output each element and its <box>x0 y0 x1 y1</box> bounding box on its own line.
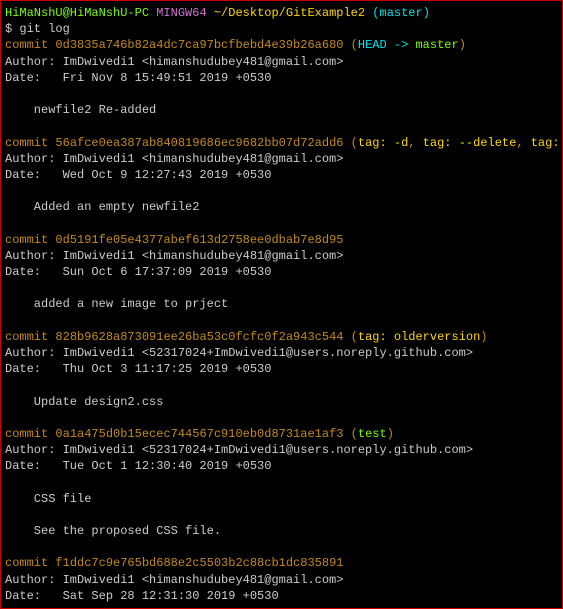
commit-line: commit f1ddc7c9e765bd688e2c5503b2c88cb1d… <box>5 555 558 571</box>
commit-message: newfile2 Re-added <box>5 102 558 118</box>
commit-line: commit 0d5191fe05e4377abef613d2758ee0dba… <box>5 232 558 248</box>
date-line: Date: Sat Sep 28 12:31:30 2019 +0530 <box>5 588 558 604</box>
commit-line: commit 0d3835a746b82a4dc7ca97bcfbebd4e39… <box>5 37 558 53</box>
commit-message: CSS file <box>5 491 558 507</box>
commit-line: commit 0a1a475d0b15ecec744567c910eb0d873… <box>5 426 558 442</box>
date-line: Date: Sun Oct 6 17:37:09 2019 +0530 <box>5 264 558 280</box>
date-line: Date: Fri Nov 8 15:49:51 2019 +0530 <box>5 70 558 86</box>
commit-sha: f1ddc7c9e765bd688e2c5503b2c88cb1dc835891 <box>55 556 343 570</box>
tag-ref: tag: --delete <box>423 136 517 150</box>
author-line: Author: ImDwivedi1 <52317024+ImDwivedi1@… <box>5 442 558 458</box>
tag-ref: tag: --d <box>531 136 563 150</box>
author-line: Author: ImDwivedi1 <himanshudubey481@gma… <box>5 572 558 588</box>
author-line: Author: ImDwivedi1 <52317024+ImDwivedi1@… <box>5 345 558 361</box>
command-input[interactable]: $ git log <box>5 21 558 37</box>
tag-ref: tag: -d <box>358 136 408 150</box>
head-ref: HEAD -> <box>358 38 416 52</box>
commit-message: Added an empty newfile2 <box>5 199 558 215</box>
refs-close: ) <box>459 38 466 52</box>
prompt-user: HiMaNshU@HiMaNshU-PC <box>5 6 149 20</box>
refs-close: ) <box>480 330 487 344</box>
date-line: Date: Tue Oct 1 12:30:40 2019 +0530 <box>5 458 558 474</box>
master-ref: master <box>415 38 458 52</box>
commit-sha: 0a1a475d0b15ecec744567c910eb0d8731ae1af3 <box>55 427 343 441</box>
commit-line: commit 828b9628a873091ee26ba53c0fcfc0f2a… <box>5 329 558 345</box>
branch-ref: test <box>358 427 387 441</box>
commit-sha: 828b9628a873091ee26ba53c0fcfc0f2a943c544 <box>55 330 343 344</box>
commit-sha: 0d3835a746b82a4dc7ca97bcfbebd4e39b26a680 <box>55 38 343 52</box>
author-line: Author: ImDwivedi1 <himanshudubey481@gma… <box>5 54 558 70</box>
prompt-system: MINGW64 <box>156 6 206 20</box>
commit-message: added a new image to prject <box>5 296 558 312</box>
author-line: Author: ImDwivedi1 <himanshudubey481@gma… <box>5 248 558 264</box>
prompt-branch: (master) <box>372 6 430 20</box>
commit-message: Update design2.css <box>5 394 558 410</box>
commit-sha: 0d5191fe05e4377abef613d2758ee0dbab7e8d95 <box>55 233 343 247</box>
commit-line: commit 56afce0ea387ab840819686ec9682bb07… <box>5 135 558 151</box>
author-line: Author: ImDwivedi1 <himanshudubey481@gma… <box>5 151 558 167</box>
date-line: Date: Thu Oct 3 11:17:25 2019 +0530 <box>5 361 558 377</box>
date-line: Date: Wed Oct 9 12:27:43 2019 +0530 <box>5 167 558 183</box>
prompt-line: HiMaNshU@HiMaNshU-PC MINGW64 ~/Desktop/G… <box>5 5 558 21</box>
refs-open: ( <box>351 427 358 441</box>
prompt-path: ~/Desktop/GitExample2 <box>214 6 365 20</box>
refs-open: ( <box>351 136 358 150</box>
commit-message: See the proposed CSS file. <box>5 523 558 539</box>
refs-open: ( <box>351 38 358 52</box>
refs-close: ) <box>387 427 394 441</box>
commit-sha: 56afce0ea387ab840819686ec9682bb07d72add6 <box>55 136 343 150</box>
refs-open: ( <box>351 330 358 344</box>
tag-ref: tag: olderversion <box>358 330 480 344</box>
